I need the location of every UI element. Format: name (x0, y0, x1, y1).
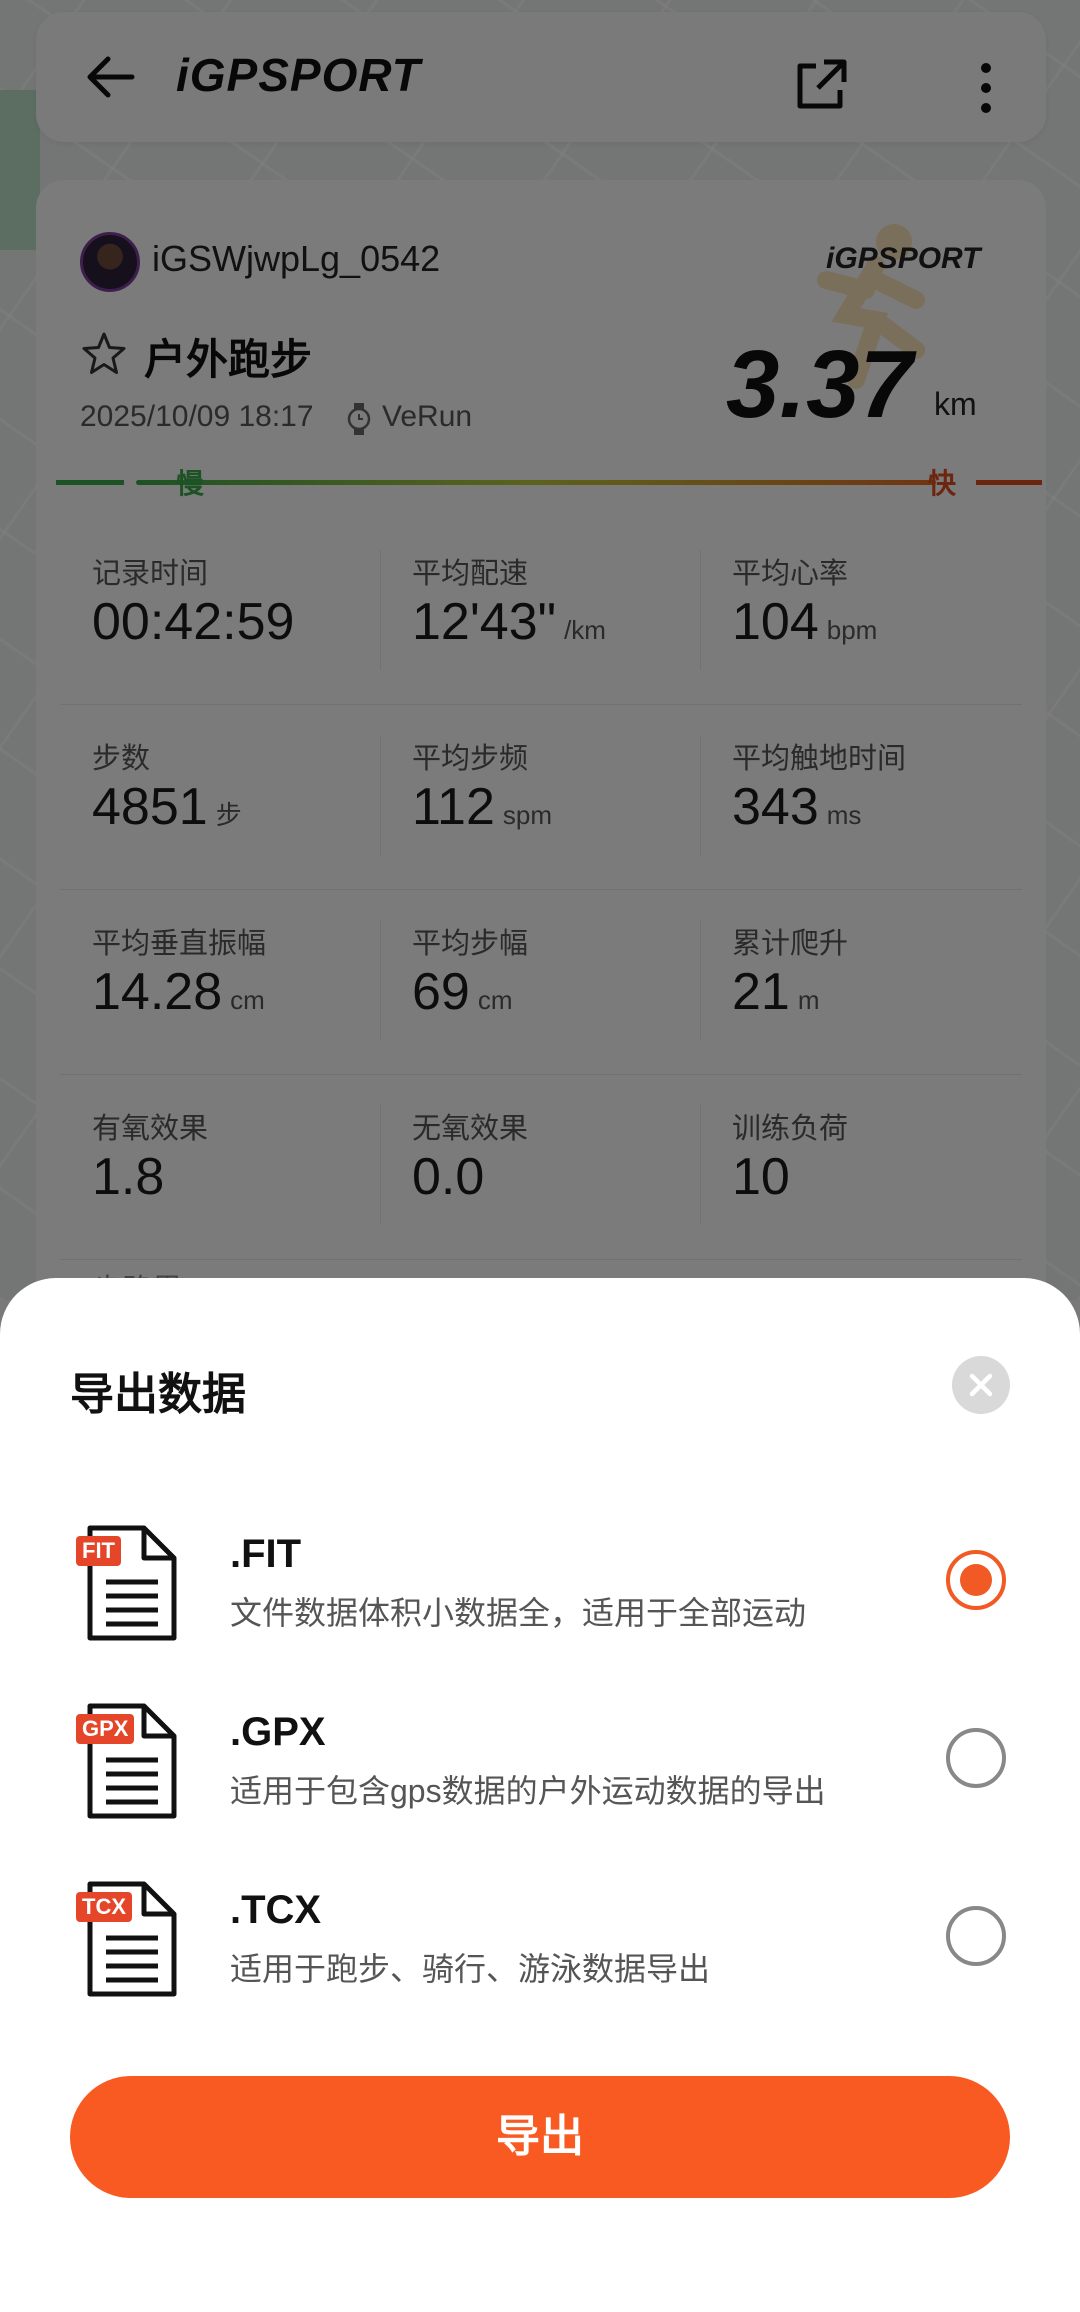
option-description: 适用于包含gps数据的户外运动数据的导出 (230, 1773, 826, 1809)
radio-button-tcx[interactable] (946, 1906, 1006, 1966)
file-badge: FIT (76, 1536, 121, 1566)
file-badge: GPX (76, 1714, 135, 1744)
tcx-file-icon: TCX (76, 1880, 178, 1998)
file-badge: TCX (76, 1892, 132, 1922)
option-name: .GPX (230, 1710, 326, 1754)
sheet-title: 导出数据 (70, 1370, 246, 1419)
export-button[interactable]: 导出 (70, 2076, 1010, 2198)
fit-file-icon: FIT (76, 1524, 178, 1642)
option-name: .TCX (230, 1888, 322, 1932)
option-description: 适用于跑步、骑行、游泳数据导出 (230, 1951, 711, 1987)
close-button[interactable] (952, 1356, 1010, 1414)
option-description: 文件数据体积小数据全，适用于全部运动 (230, 1595, 807, 1631)
export-option-fit[interactable]: FIT .FIT 文件数据体积小数据全，适用于全部运动 (0, 1524, 1080, 1694)
radio-button-gpx[interactable] (946, 1728, 1006, 1788)
radio-button-fit[interactable] (946, 1550, 1006, 1610)
export-option-gpx[interactable]: GPX .GPX 适用于包含gps数据的户外运动数据的导出 (0, 1702, 1080, 1872)
export-option-tcx[interactable]: TCX .TCX 适用于跑步、骑行、游泳数据导出 (0, 1880, 1080, 2050)
option-name: .FIT (230, 1532, 302, 1576)
close-icon (969, 1373, 993, 1397)
gpx-file-icon: GPX (76, 1702, 178, 1820)
export-bottom-sheet: 导出数据 FIT .FIT 文件数据体积小数据全，适用于全部运动 GPX .GP… (0, 1278, 1080, 2312)
